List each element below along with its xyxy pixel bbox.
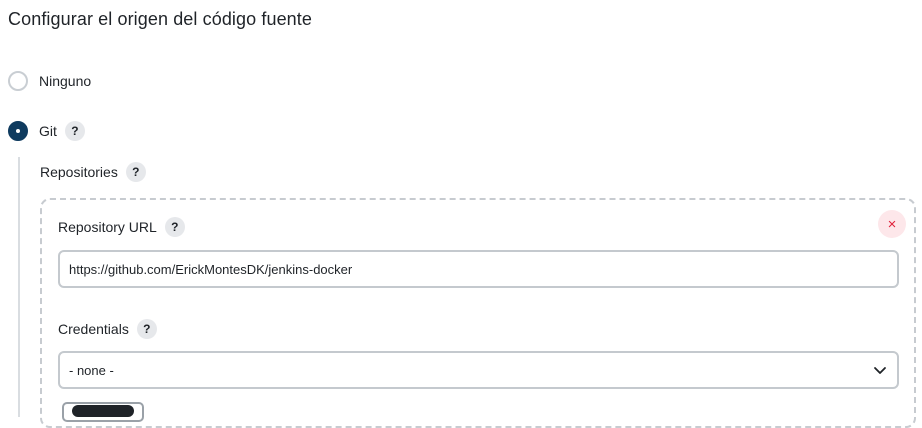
radio-none[interactable] (8, 71, 28, 91)
repository-url-input[interactable] (58, 250, 899, 288)
credentials-selected-value: - none - (69, 362, 114, 378)
scm-option-none[interactable]: Ninguno (8, 71, 91, 91)
repository-url-header: Repository URL ? (58, 217, 185, 237)
repositories-help-icon[interactable]: ? (125, 162, 146, 182)
credentials-label: Credentials (58, 321, 129, 337)
section-title: Configurar el origen del código fuente (8, 9, 312, 29)
close-icon: × (887, 215, 897, 233)
git-section-indent-line (18, 157, 20, 417)
credentials-help-icon[interactable]: ? (136, 319, 157, 339)
repositories-header: Repositories ? (40, 162, 146, 182)
add-button-content (72, 405, 134, 417)
repository-url-label: Repository URL (58, 219, 157, 235)
chevron-down-icon (874, 367, 886, 374)
radio-git-label: Git (39, 123, 57, 139)
radio-git[interactable] (8, 121, 28, 141)
radio-none-label: Ninguno (39, 73, 92, 89)
credentials-header: Credentials ? (58, 319, 157, 339)
delete-repository-button[interactable]: × (878, 210, 906, 238)
credentials-add-button[interactable] (62, 402, 144, 422)
repository-url-help-icon[interactable]: ? (164, 217, 185, 237)
scm-option-git[interactable]: Git ? (8, 121, 85, 141)
credentials-select[interactable]: - none - (58, 351, 899, 389)
git-help-icon[interactable]: ? (64, 121, 85, 141)
repositories-label: Repositories (40, 164, 118, 180)
